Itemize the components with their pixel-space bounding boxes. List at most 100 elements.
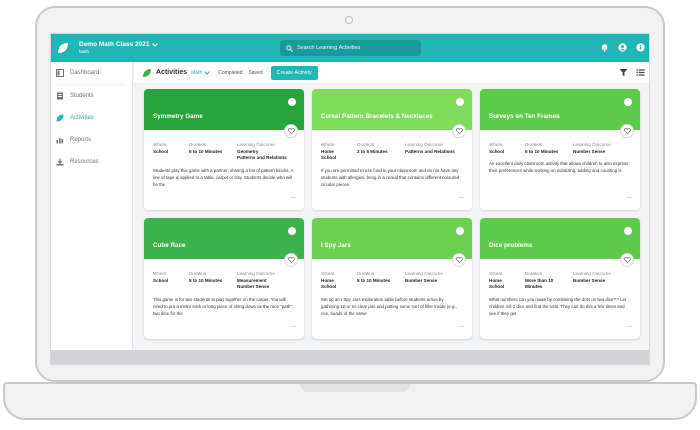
info-icon[interactable] [635, 42, 645, 52]
search-icon [286, 44, 293, 52]
duration-value: 5 to 10 Minutes [189, 148, 223, 154]
card-description: What numbers can you make by combining t… [489, 296, 627, 316]
where-label: Where [321, 142, 335, 147]
outcome-value: Number Sense [573, 277, 606, 283]
card-header: Cube Race [144, 218, 304, 259]
outcome-label: Learning Outcome [573, 142, 611, 147]
sidebar-item-students[interactable]: Students [51, 85, 132, 107]
laptop-base [3, 382, 697, 420]
card-title: Dice problems [489, 242, 533, 249]
outcome-label: Learning Outcome [237, 142, 275, 147]
status-dot[interactable] [624, 98, 632, 106]
card-title: Cereal Pattern Bracelets & Necklaces [321, 113, 433, 120]
chevron-down-icon [204, 70, 211, 75]
card-description: If you are permitted to use food in your… [321, 167, 460, 187]
activity-card[interactable]: Dice problems Where Home School Duration Mo… [480, 218, 640, 339]
more-options-icon[interactable]: ··· [458, 324, 464, 330]
activities-toolbar: Activities Math Completed Saved Create A… [134, 62, 649, 84]
activity-card[interactable]: I Spy Jars Where Home School Duration 5 to … [312, 218, 472, 339]
list-view-icon[interactable] [636, 68, 645, 77]
outcome-label: Learning Outcome [237, 271, 275, 276]
duration-label: Duration [189, 142, 207, 147]
activity-card[interactable]: Cube Race Where School Duration 5 to 10 Mi… [144, 218, 304, 339]
where-label: Where [321, 271, 335, 276]
where-value: School [489, 148, 505, 154]
search-input[interactable]: Search Learning Activities [280, 40, 421, 56]
user-icon[interactable] [617, 42, 627, 52]
laptop-notch [300, 384, 410, 392]
completed-tab[interactable]: Completed [218, 70, 242, 76]
outcome-value: Number Sense [405, 277, 438, 283]
duration-value: Minutes [525, 284, 543, 290]
page-title: Activities [156, 69, 188, 76]
leaf-icon [56, 114, 64, 122]
where-value: Home [321, 148, 334, 154]
sidebar-item-label: Students [70, 93, 94, 99]
where-value: School [153, 277, 169, 283]
where-value: School [153, 148, 169, 154]
sidebar-item-dashboard[interactable]: Dashboard [51, 62, 132, 84]
more-options-icon[interactable]: ··· [458, 195, 464, 201]
sidebar-item-reports[interactable]: Reports [51, 129, 132, 151]
subject-filter-dropdown[interactable]: Math [191, 70, 211, 76]
status-dot[interactable] [456, 98, 464, 106]
filter-icon[interactable] [619, 68, 628, 77]
card-title: Cube Race [153, 242, 186, 249]
more-options-icon[interactable]: ··· [290, 324, 296, 330]
activity-card[interactable]: Surveys on Ten Frames Where School Durati… [480, 89, 640, 210]
dashboard-icon [56, 69, 64, 77]
where-label: Where [489, 142, 503, 147]
more-options-icon[interactable]: ··· [626, 324, 632, 330]
card-description: Students play this game with a partner, … [153, 167, 294, 187]
more-options-icon[interactable]: ··· [626, 195, 632, 201]
class-switcher[interactable]: Demo Math Class 2021 Math [79, 41, 159, 54]
sidebar-item-label: Activities [70, 115, 94, 121]
status-dot[interactable] [456, 227, 464, 235]
duration-label: Duration [189, 271, 207, 276]
heart-icon[interactable] [284, 253, 298, 267]
outcome-value: Patterns and Relations [237, 155, 287, 161]
outcome-label: Learning Outcome [573, 271, 611, 276]
duration-value: More than 10 [525, 277, 554, 283]
top-bar: Demo Math Class 2021 Math Search Learnin… [51, 34, 649, 62]
activity-card[interactable]: Cereal Pattern Bracelets & Necklaces Whe… [312, 89, 472, 210]
app-logo-icon[interactable] [57, 42, 69, 54]
card-title: I Spy Jars [321, 242, 351, 249]
duration-value: 5 to 10 Minutes [189, 277, 223, 283]
sidebar-item-activities[interactable]: Activities [51, 107, 132, 129]
resources-icon [56, 158, 64, 166]
card-header: Cereal Pattern Bracelets & Necklaces [312, 89, 472, 130]
where-value: Home [321, 277, 334, 283]
status-dot[interactable] [288, 98, 296, 106]
heart-icon[interactable] [620, 253, 634, 267]
card-description: This game is for two students to play to… [153, 296, 294, 316]
heart-icon[interactable] [452, 253, 466, 267]
saved-tab[interactable]: Saved [248, 70, 262, 76]
heart-icon[interactable] [284, 124, 298, 138]
more-options-icon[interactable]: ··· [290, 195, 296, 201]
status-dot[interactable] [288, 227, 296, 235]
duration-value: 5 to 10 Minutes [525, 148, 559, 154]
students-icon [56, 92, 64, 100]
card-title: Symmetry Game [153, 113, 203, 120]
create-activity-button[interactable]: Create Activity [270, 65, 318, 80]
where-label: Where [153, 142, 167, 147]
outcome-label: Learning Outcome [405, 142, 443, 147]
sidebar-item-resources[interactable]: Resources [51, 151, 132, 173]
outcome-value: Number Sense [573, 148, 606, 154]
duration-value: 5 to 10 Minutes [357, 277, 391, 283]
outcome-value: Measurement [237, 277, 267, 283]
bell-icon[interactable] [599, 42, 609, 52]
activity-card[interactable]: Symmetry Game Where School Duration 5 to 1… [144, 89, 304, 210]
card-header: Symmetry Game [144, 89, 304, 130]
heart-icon[interactable] [620, 124, 634, 138]
status-dot[interactable] [624, 227, 632, 235]
outcome-value: Number Sense [237, 284, 270, 290]
search-placeholder: Search Learning Activities [297, 45, 361, 51]
heart-icon[interactable] [452, 124, 466, 138]
chevron-down-icon [152, 43, 159, 47]
outcome-label: Learning Outcome [405, 271, 443, 276]
reports-icon [56, 136, 64, 144]
card-title: Surveys on Ten Frames [489, 113, 560, 120]
card-description: An excellent daily classroom activity th… [489, 161, 629, 174]
